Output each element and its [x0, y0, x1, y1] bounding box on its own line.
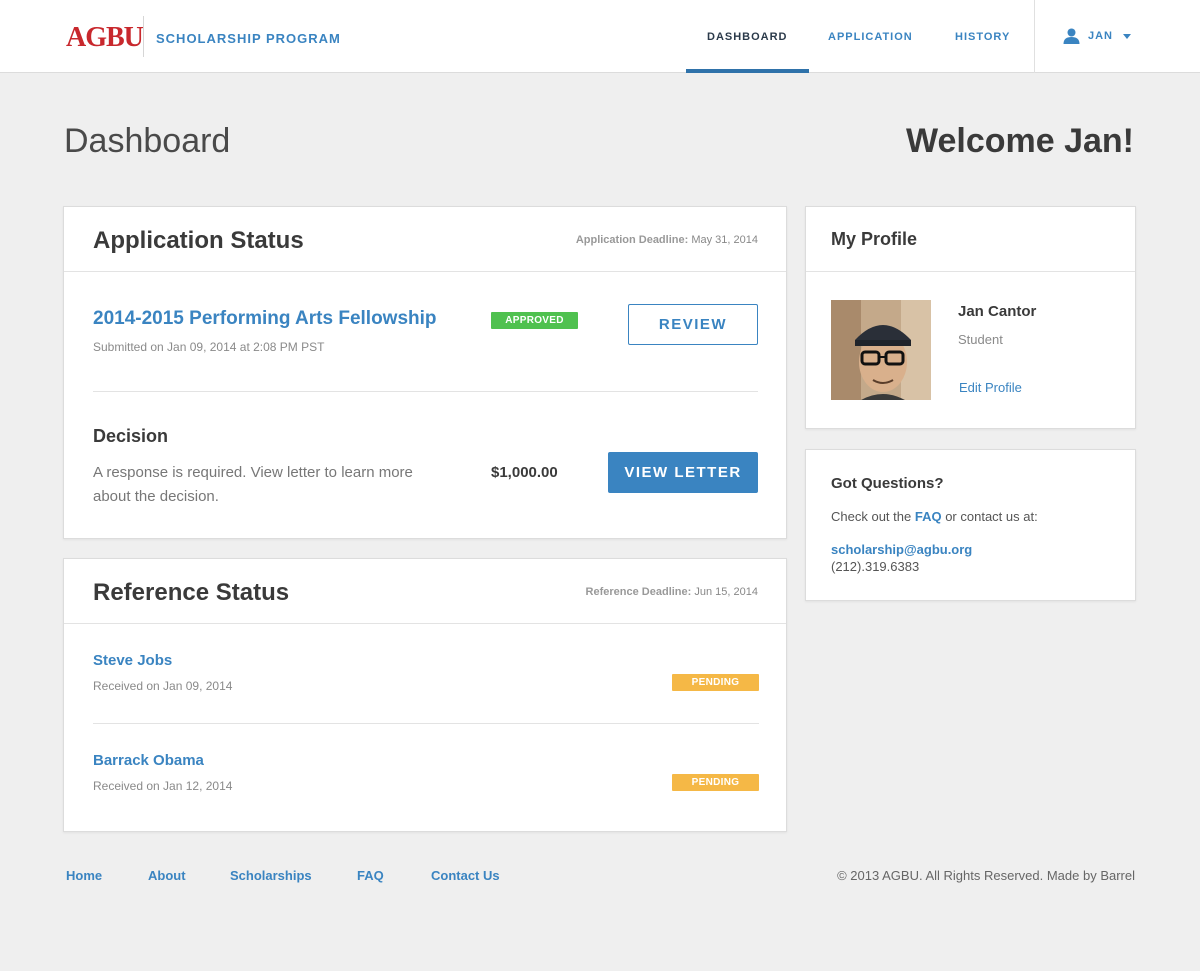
reference-divider: [93, 723, 759, 724]
contact-phone: (212).319.6383: [831, 559, 920, 574]
faq-link[interactable]: FAQ: [915, 509, 942, 524]
agbu-logo[interactable]: AGBU: [66, 22, 144, 54]
view-letter-button[interactable]: VIEW LETTER: [608, 452, 758, 493]
reference-status-card: Reference Status Reference Deadline: Jun…: [63, 558, 787, 832]
reference-received-date: Received on Jan 12, 2014: [93, 779, 233, 793]
profile-role: Student: [958, 332, 1003, 347]
nav-dashboard[interactable]: DASHBOARD: [707, 31, 788, 43]
profile-name: Jan Cantor: [958, 303, 1037, 320]
nav-history[interactable]: HISTORY: [955, 31, 1010, 43]
reference-status-header: Reference Status Reference Deadline: Jun…: [64, 559, 786, 624]
reference-received-date: Received on Jan 09, 2014: [93, 679, 233, 693]
footer-copyright: © 2013 AGBU. All Rights Reserved. Made b…: [837, 868, 1135, 883]
reference-deadline-label: Reference Deadline:: [585, 586, 692, 598]
footer-link-faq[interactable]: FAQ: [357, 868, 384, 883]
user-menu-divider: [1034, 0, 1035, 73]
application-deadline: Application Deadline: May 31, 2014: [576, 234, 758, 246]
decision-title: Decision: [93, 426, 169, 446]
user-icon: [1063, 28, 1080, 44]
footer-link-scholarships[interactable]: Scholarships: [230, 868, 312, 883]
user-menu[interactable]: JAN: [1063, 27, 1132, 45]
footer-link-about[interactable]: About: [148, 868, 186, 883]
user-name: JAN: [1088, 30, 1114, 42]
submitted-date: Submitted on Jan 09, 2014 at 2:08 PM PST: [93, 340, 325, 354]
questions-text-before: Check out the: [831, 509, 912, 524]
approved-status-badge: APPROVED: [491, 312, 578, 329]
questions-text: Check out the FAQ or contact us at:: [831, 509, 1038, 524]
application-deadline-value: May 31, 2014: [691, 234, 758, 246]
decision-text: A response is required. View letter to l…: [93, 464, 413, 505]
edit-profile-link[interactable]: Edit Profile: [959, 380, 1022, 395]
pending-status-badge: PENDING: [672, 674, 759, 691]
page-title: Dashboard: [64, 122, 231, 160]
application-program-link[interactable]: 2014-2015 Performing Arts Fellowship: [93, 308, 437, 330]
footer-link-contact-us[interactable]: Contact Us: [431, 868, 500, 883]
top-navbar: AGBU SCHOLARSHIP PROGRAM DASHBOARD APPLI…: [0, 0, 1200, 73]
application-deadline-label: Application Deadline:: [575, 234, 689, 246]
application-status-card: Application Status Application Deadline:…: [63, 206, 787, 539]
scholarship-amount: $1,000.00: [491, 464, 558, 481]
review-button[interactable]: REVIEW: [628, 304, 758, 345]
active-nav-indicator: [686, 69, 809, 73]
contact-email-link[interactable]: scholarship@agbu.org: [831, 542, 972, 557]
questions-title: Got Questions?: [831, 475, 944, 492]
footer-link-home[interactable]: Home: [66, 868, 102, 883]
my-profile-title: My Profile: [831, 229, 918, 249]
my-profile-header: My Profile: [806, 207, 1135, 272]
welcome-message: Welcome Jan!: [905, 122, 1134, 160]
application-status-title: Application Status: [93, 227, 304, 254]
reference-deadline-value: Jun 15, 2014: [694, 586, 758, 598]
questions-text-after: or contact us at:: [945, 509, 1038, 524]
reference-name[interactable]: Steve Jobs: [93, 652, 172, 669]
section-divider: [93, 391, 758, 392]
avatar: [831, 300, 931, 400]
avatar-photo: [831, 300, 931, 400]
reference-deadline: Reference Deadline: Jun 15, 2014: [586, 586, 758, 598]
application-status-header: Application Status Application Deadline:…: [64, 207, 786, 272]
nav-application[interactable]: APPLICATION: [828, 31, 913, 43]
pending-status-badge: PENDING: [672, 774, 759, 791]
reference-name[interactable]: Barrack Obama: [93, 752, 204, 769]
logo-divider: [143, 16, 144, 57]
my-profile-card: My Profile Jan Cantor Student Edit Profi…: [805, 206, 1136, 429]
program-title[interactable]: SCHOLARSHIP PROGRAM: [156, 31, 341, 46]
reference-status-title: Reference Status: [93, 579, 290, 606]
caret-down-icon: [1123, 33, 1132, 39]
questions-card: Got Questions? Check out the FAQ or cont…: [805, 449, 1136, 601]
